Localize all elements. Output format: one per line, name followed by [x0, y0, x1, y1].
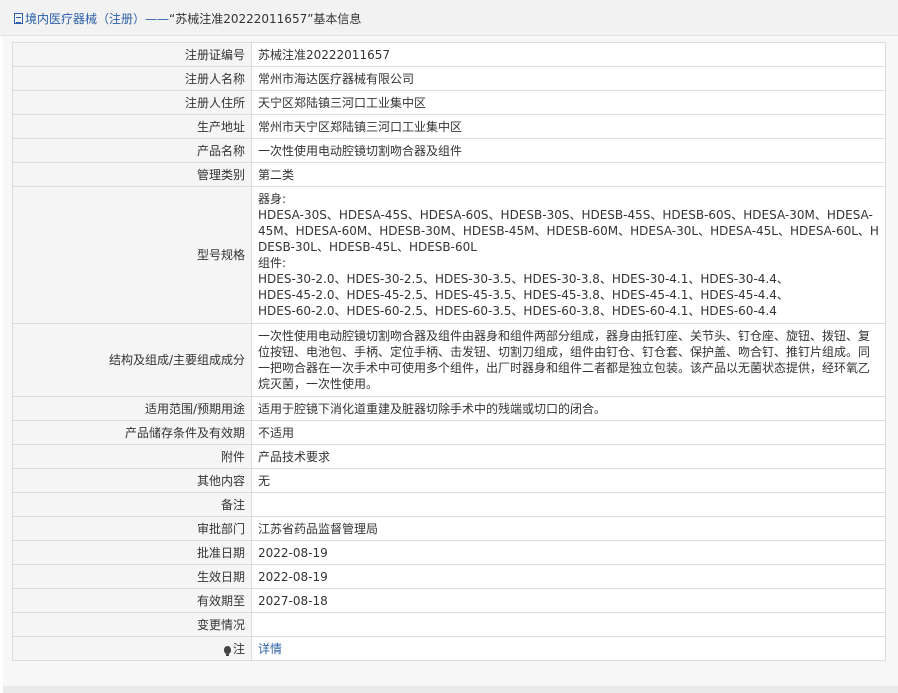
row-value-line: 常州市海达医疗器械有限公司	[258, 71, 415, 86]
table-row: 结构及组成/主要组成成分 一次性使用电动腔镜切割吻合器及组件由器身和组件两部分组成…	[12, 323, 886, 397]
row-label: 批准日期	[12, 540, 252, 565]
table-row: 产品储存条件及有效期 不适用	[12, 420, 886, 445]
row-value: 产品技术要求	[251, 444, 886, 469]
row-value-line: 适用于腔镜下消化道重建及脏器切除手术中的残端或切口的闭合。	[258, 401, 607, 416]
row-value-line: HDES-60-2.0、HDES-60-2.5、HDES-60-3.5、HDES…	[258, 304, 777, 318]
row-value-line: 一次性使用电动腔镜切割吻合器及组件	[258, 143, 463, 158]
row-label: 备注	[12, 492, 252, 517]
row-value: 一次性使用电动腔镜切割吻合器及组件	[251, 138, 886, 163]
row-label: 生效日期	[12, 564, 252, 589]
row-label: 变更情况	[12, 612, 252, 637]
page-header: 境内医疗器械（注册）——“苏械注准20222011657”基本信息	[0, 0, 898, 36]
row-value-line: HDES-30-2.0、HDES-30-2.5、HDES-30-3.5、HDES…	[258, 272, 789, 286]
row-value-line: 无	[258, 473, 271, 488]
row-label: 产品储存条件及有效期	[12, 420, 252, 445]
row-value: 无	[251, 468, 886, 493]
row-label: 其他内容	[12, 468, 252, 493]
note-label-cell: 注	[12, 636, 252, 661]
row-label: 有效期至	[12, 588, 252, 613]
table-row: 审批部门 江苏省药品监督管理局	[12, 516, 886, 541]
row-value-line: 第二类	[258, 167, 295, 182]
row-value: 器身: HDESA-30S、HDESA-45S、HDESA-60S、HDESB-3…	[251, 186, 886, 324]
row-label: 适用范围/预期用途	[12, 396, 252, 421]
row-value-line: HDES-45-2.0、HDES-45-2.5、HDES-45-3.5、HDES…	[258, 288, 789, 302]
table-row: 变更情况	[12, 612, 886, 637]
row-value: 常州市海达医疗器械有限公司	[251, 66, 886, 91]
row-value: 适用于腔镜下消化道重建及脏器切除手术中的残端或切口的闭合。	[251, 396, 886, 421]
row-value-line: HDESA-30S、HDESA-45S、HDESA-60S、HDESB-30S、…	[258, 208, 879, 254]
bottom-divider	[3, 686, 898, 693]
table-row: 注册人住所 天宁区郑陆镇三河口工业集中区	[12, 90, 886, 115]
row-value-line: 不适用	[258, 425, 295, 440]
row-value: 一次性使用电动腔镜切割吻合器及组件由器身和组件两部分组成，器身由抵钉座、关节头、…	[251, 323, 886, 397]
row-value: 2027-08-18	[251, 588, 886, 613]
row-value	[251, 492, 886, 517]
row-value: 常州市天宁区郑陆镇三河口工业集中区	[251, 114, 886, 139]
row-value: 不适用	[251, 420, 886, 445]
row-label: 结构及组成/主要组成成分	[12, 323, 252, 397]
table-row: 适用范围/预期用途 适用于腔镜下消化道重建及脏器切除手术中的残端或切口的闭合。	[12, 396, 886, 421]
table-row: 注册证编号 苏械注准20222011657	[12, 42, 886, 67]
table-row: 批准日期 2022-08-19	[12, 540, 886, 565]
table-row: 备注	[12, 492, 886, 517]
table-row: 生产地址 常州市天宁区郑陆镇三河口工业集中区	[12, 114, 886, 139]
row-label: 审批部门	[12, 516, 252, 541]
row-value: 江苏省药品监督管理局	[251, 516, 886, 541]
note-value-cell: 详情	[251, 636, 886, 661]
row-label: 注册证编号	[12, 42, 252, 67]
breadcrumb-category-link[interactable]: 境内医疗器械（注册）	[25, 12, 145, 26]
table-row: 产品名称 一次性使用电动腔镜切割吻合器及组件	[12, 138, 886, 163]
breadcrumb: 境内医疗器械（注册）——“苏械注准20222011657”基本信息	[14, 11, 361, 27]
row-value-line: 组件:	[258, 256, 287, 270]
table-row: 附件 产品技术要求	[12, 444, 886, 469]
note-label: 注	[232, 641, 245, 656]
pin-icon	[223, 645, 231, 656]
row-value-line: 产品技术要求	[258, 449, 331, 464]
row-value: 天宁区郑陆镇三河口工业集中区	[251, 90, 886, 115]
row-label: 附件	[12, 444, 252, 469]
row-value-line: 2022-08-19	[258, 545, 328, 560]
row-value-line: 一次性使用电动腔镜切割吻合器及组件由器身和组件两部分组成，器身由抵钉座、关节头、…	[258, 329, 871, 391]
row-value: 2022-08-19	[251, 540, 886, 565]
table-row: 其他内容无	[12, 468, 886, 493]
row-value: 苏械注准20222011657	[251, 42, 886, 67]
page-title: “苏械注准20222011657”基本信息	[169, 12, 362, 26]
row-value-line: 天宁区郑陆镇三河口工业集中区	[258, 95, 427, 110]
table-row: 注册人名称 常州市海达医疗器械有限公司	[12, 66, 886, 91]
row-value: 2022-08-19	[251, 564, 886, 589]
row-value-line: 2022-08-19	[258, 569, 328, 584]
row-label: 型号规格	[12, 186, 252, 324]
table-row: 生效日期 2022-08-19	[12, 564, 886, 589]
details-link[interactable]: 详情	[258, 642, 282, 656]
row-label: 注册人住所	[12, 90, 252, 115]
row-label: 生产地址	[12, 114, 252, 139]
note-row: 注详情	[12, 636, 886, 661]
row-label: 管理类别	[12, 162, 252, 187]
row-value-line: 江苏省药品监督管理局	[258, 521, 379, 536]
breadcrumb-separator: ——	[145, 12, 170, 26]
table-row: 有效期至 2027-08-18	[12, 588, 886, 613]
row-value-line: 2027-08-18	[258, 593, 328, 608]
row-value-line: 器身:	[258, 192, 287, 206]
row-label: 注册人名称	[12, 66, 252, 91]
row-value: 第二类	[251, 162, 886, 187]
document-icon	[14, 13, 23, 24]
row-value	[251, 612, 886, 637]
row-value-line: 苏械注准20222011657	[258, 47, 390, 62]
table-row: 管理类别 第二类	[12, 162, 886, 187]
table-row: 型号规格 器身: HDESA-30S、HDESA-45S、HDESA-60S、HDE…	[12, 186, 886, 324]
row-value-line: 常州市天宁区郑陆镇三河口工业集中区	[258, 119, 463, 134]
info-table: 注册证编号 苏械注准20222011657 注册人名称 常州市海达医疗器械有限公司 注册…	[12, 42, 886, 661]
row-label: 产品名称	[12, 138, 252, 163]
